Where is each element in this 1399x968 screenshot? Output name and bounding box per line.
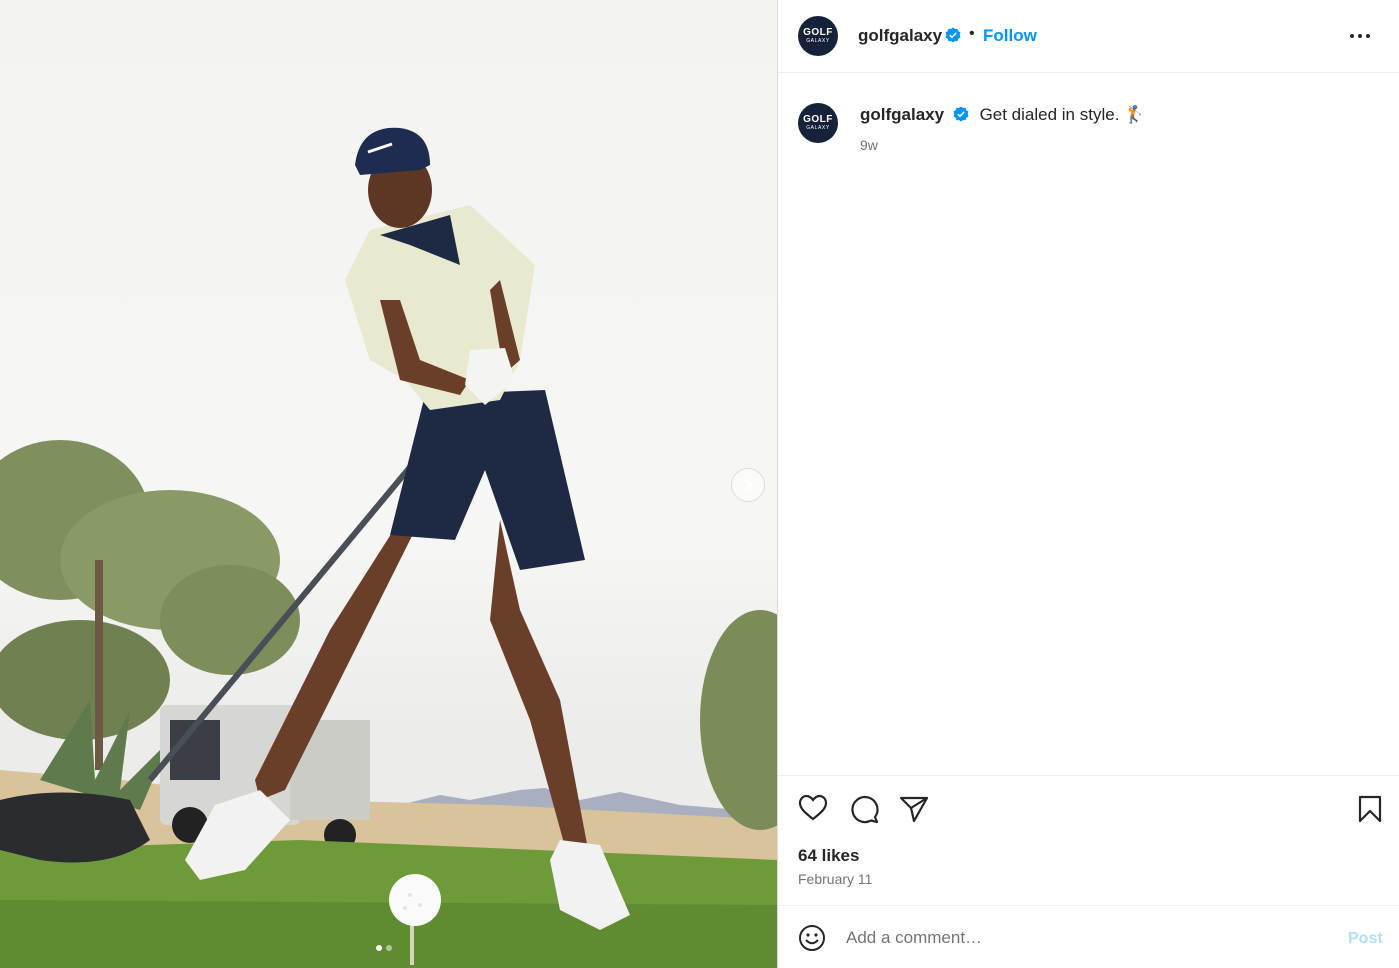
more-options-icon[interactable] (1348, 26, 1372, 46)
caption-emoji: 🏌️ (1124, 105, 1146, 124)
avatar-text-bottom: GALAXY (806, 124, 830, 131)
carousel-dot-active (376, 945, 382, 951)
post-header: GOLF GALAXY golfgalaxy • Follow (778, 0, 1399, 73)
comment-icon[interactable] (849, 794, 879, 824)
chevron-right-icon (745, 479, 752, 491)
caption-username[interactable]: golfgalaxy (860, 105, 944, 124)
verified-badge-icon (945, 27, 961, 43)
caption: golfgalaxy Get dialed in style. 🏌️ (860, 105, 1145, 125)
carousel-dot (386, 945, 392, 951)
avatar-text-bottom: GALAXY (806, 37, 830, 44)
comment-bar: Post (778, 905, 1399, 968)
avatar[interactable]: GOLF GALAXY (798, 16, 838, 56)
share-icon[interactable] (899, 795, 929, 823)
post-time[interactable]: 9w (860, 137, 878, 153)
header-separator: • (969, 25, 975, 42)
post-date: February 11 (798, 871, 873, 887)
caption-avatar[interactable]: GOLF GALAXY (798, 103, 838, 143)
verified-badge-icon (953, 106, 969, 122)
post-photo (0, 127, 777, 968)
carousel-indicator (376, 945, 392, 951)
actions-divider (778, 775, 1399, 776)
post-details-panel: GOLF GALAXY golfgalaxy • Follow GOLF GAL… (777, 0, 1399, 968)
avatar-text-top: GOLF (803, 113, 833, 125)
post-comment-button[interactable]: Post (1348, 930, 1383, 948)
carousel-next-button[interactable] (731, 468, 765, 502)
post-media (0, 0, 777, 968)
heart-icon[interactable] (798, 794, 828, 822)
likes-count[interactable]: 64 likes (798, 846, 859, 866)
comment-input[interactable] (846, 924, 1326, 952)
caption-text: Get dialed in style. (979, 105, 1120, 124)
avatar-text-top: GOLF (803, 26, 833, 38)
follow-button[interactable]: Follow (983, 26, 1037, 46)
emoji-icon[interactable] (798, 924, 826, 952)
header-username[interactable]: golfgalaxy (858, 26, 942, 46)
bookmark-icon[interactable] (1358, 795, 1382, 823)
